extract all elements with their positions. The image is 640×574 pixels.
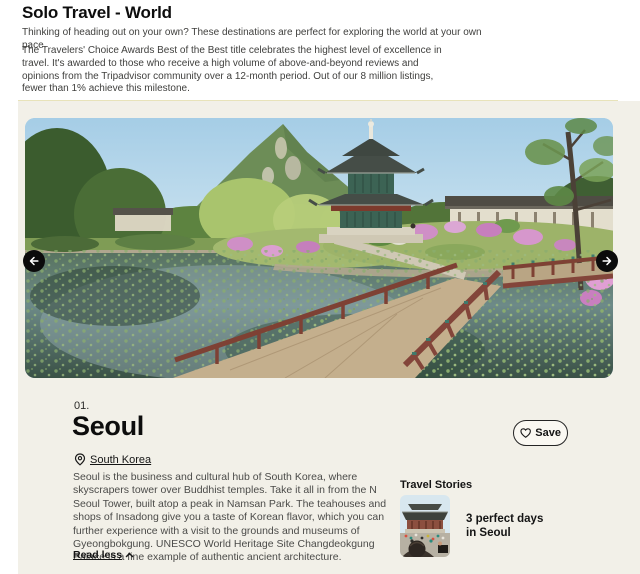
- page-title: Solo Travel - World: [22, 3, 172, 23]
- read-less-link[interactable]: Read less: [73, 549, 134, 561]
- save-button[interactable]: Save: [513, 420, 568, 446]
- story-title[interactable]: 3 perfect days in Seoul: [466, 512, 552, 540]
- destination-photo: [25, 118, 613, 378]
- map-pin-icon: [74, 453, 86, 466]
- chevron-up-icon: [125, 551, 134, 559]
- carousel-next-button[interactable]: [596, 250, 618, 272]
- read-less-label: Read less: [73, 549, 122, 561]
- travel-stories-heading: Travel Stories: [400, 479, 472, 491]
- destination-name: Seoul: [72, 411, 144, 442]
- country-link[interactable]: South Korea: [74, 453, 151, 466]
- heart-icon: [520, 427, 531, 439]
- awards-note-text: The Travelers' Choice Awards Best of the…: [22, 45, 456, 96]
- carousel-prev-button[interactable]: [23, 250, 45, 272]
- save-label: Save: [535, 427, 561, 439]
- arrow-right-icon: [600, 254, 614, 268]
- story-thumbnail[interactable]: [400, 495, 450, 557]
- destination-photo-carousel: 2025: [25, 118, 613, 378]
- country-label: South Korea: [90, 454, 151, 466]
- arrow-left-icon: [27, 254, 41, 268]
